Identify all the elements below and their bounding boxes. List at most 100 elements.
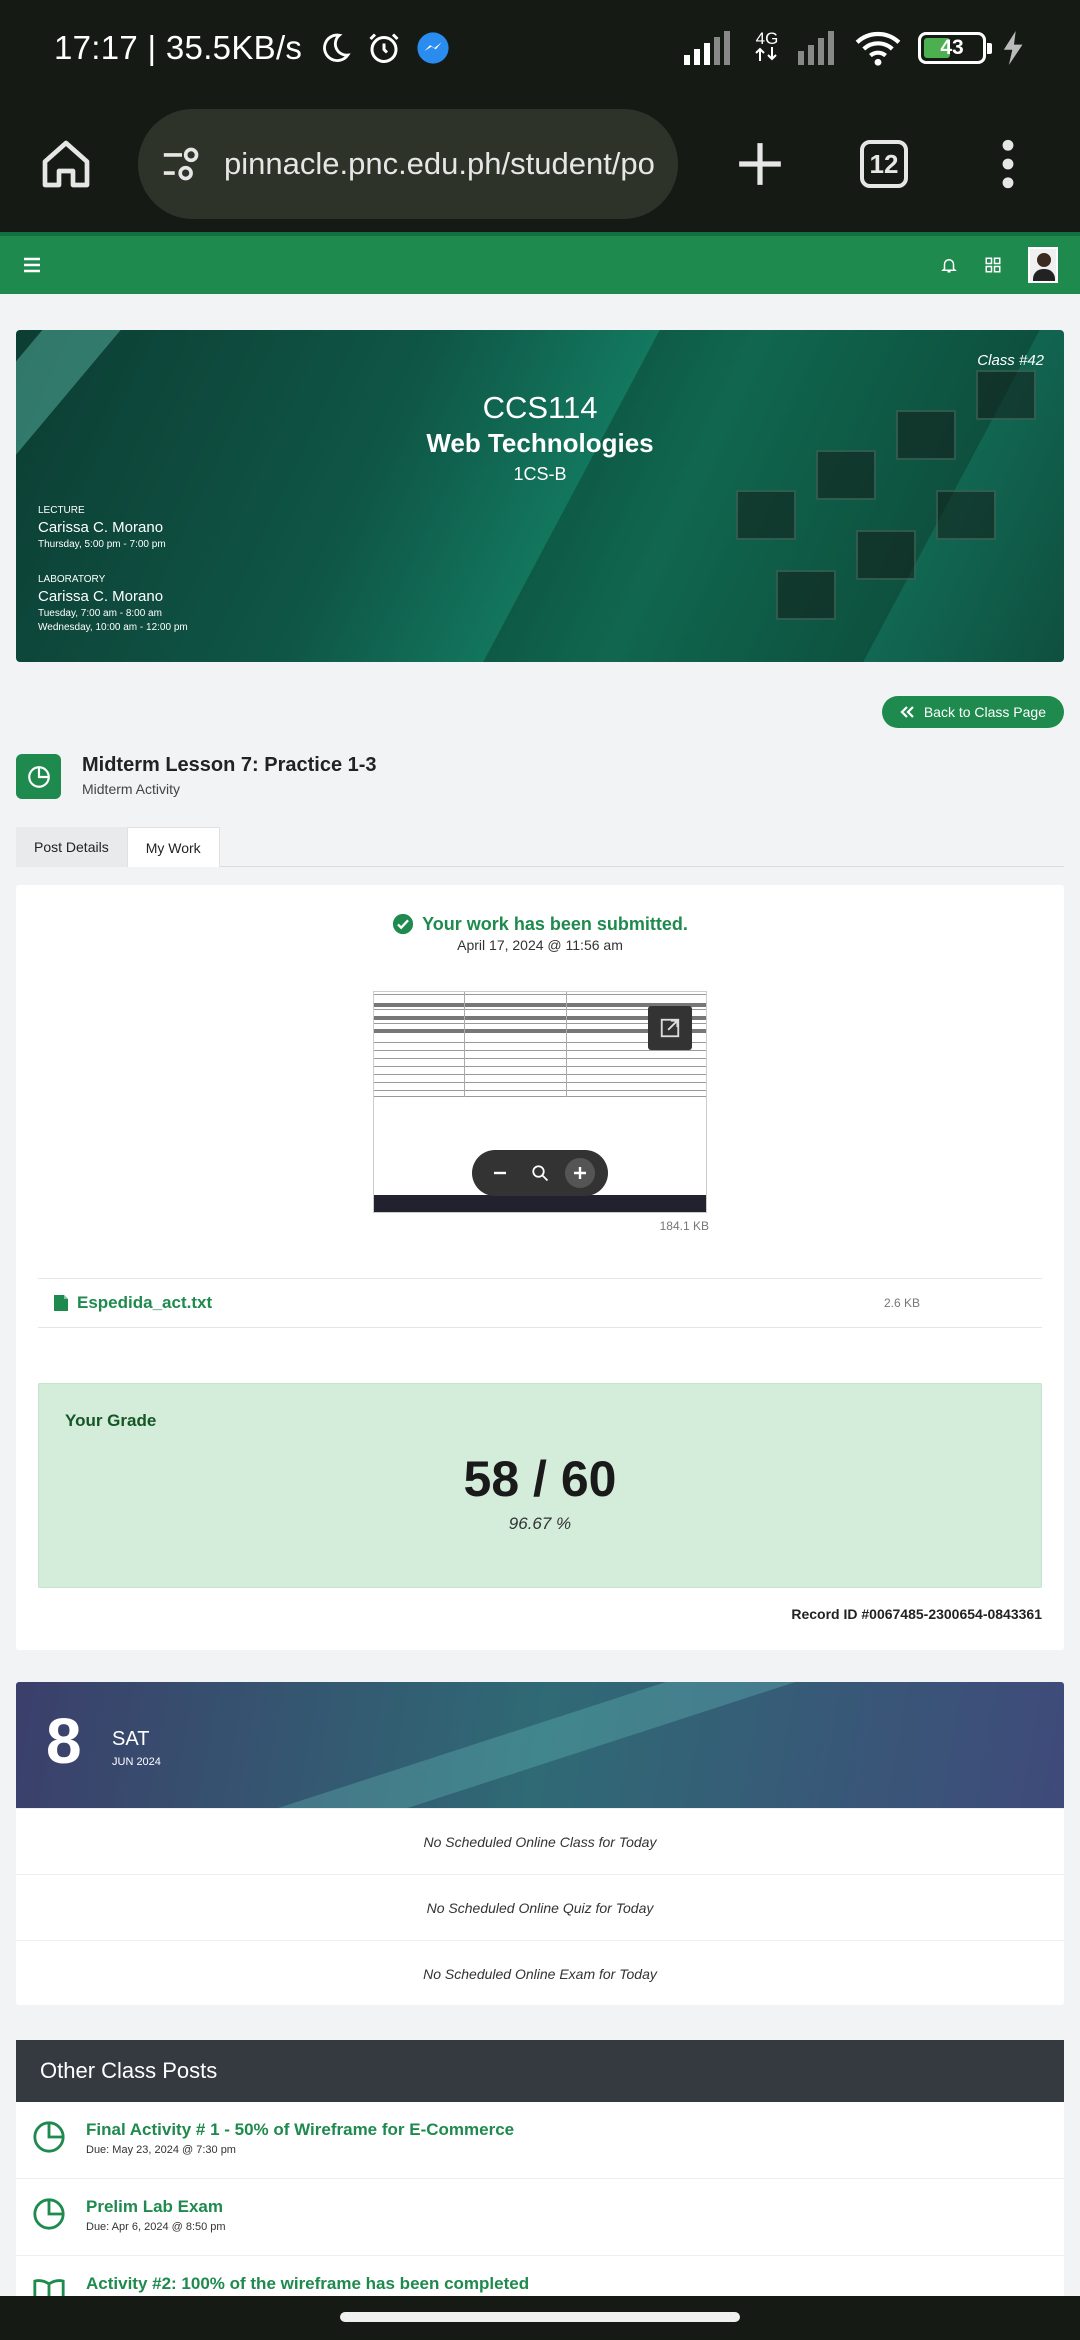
url-text: pinnacle.pnc.edu.ph/student/pos	[224, 146, 654, 181]
post-due: Due: May 23, 2024 @ 7:30 pm	[86, 2144, 236, 2156]
minus-icon	[494, 1171, 506, 1175]
activity-type-badge	[16, 754, 61, 799]
activity-icon	[33, 2198, 65, 2230]
date-day: 8	[46, 1705, 82, 1777]
status-bar: 17:17 | 35.5KB/s 4G 43	[0, 0, 1080, 96]
magnifier-icon	[532, 1165, 549, 1182]
class-number: Class #42	[977, 352, 1044, 369]
grade-score: 58 / 60	[463, 1451, 617, 1507]
today-schedule-card: 8 SAT JUN 2024 No Scheduled Online Class…	[16, 1682, 1064, 2005]
date-weekday: SAT	[112, 1728, 150, 1750]
moon-icon	[323, 33, 351, 62]
attachment-row[interactable]: Espedida_act.txt 2.6 KB	[38, 1278, 1042, 1328]
wifi-icon	[855, 31, 901, 66]
avatar[interactable]	[1028, 247, 1058, 283]
file-icon	[54, 1295, 68, 1311]
home-gesture-handle[interactable]	[340, 2312, 740, 2322]
grade-percent: 96.67 %	[508, 1514, 572, 1533]
class-banner: Class #42 CCS114 Web Technologies 1CS-B …	[16, 330, 1064, 662]
schedule-item-class: No Scheduled Online Class for Today	[16, 1808, 1064, 1874]
address-bar[interactable]: pinnacle.pnc.edu.ph/student/pos	[138, 109, 678, 219]
other-posts-card: Other Class Posts Final Activity # 1 - 5…	[16, 2040, 1064, 2300]
browser-toolbar: pinnacle.pnc.edu.ph/student/pos 12	[0, 96, 1080, 232]
back-to-class-label: Back to Class Page	[923, 704, 1046, 720]
laboratory-schedule: LABORATORY Carissa C. Morano Tuesday, 7:…	[38, 574, 188, 633]
external-link-icon	[660, 1018, 680, 1038]
check-circle-icon	[393, 913, 414, 935]
zoom-reset-button[interactable]	[525, 1158, 555, 1188]
activity-icon	[33, 2121, 65, 2153]
plus-icon	[739, 143, 781, 185]
tab-switcher-button[interactable]: 12	[842, 122, 926, 206]
more-vertical-icon	[1002, 139, 1014, 189]
open-preview-button[interactable]	[648, 1006, 692, 1050]
activity-title: Midterm Lesson 7: Practice 1-3	[82, 754, 377, 776]
gesture-navigation-area	[0, 2296, 1080, 2340]
plus-icon	[574, 1167, 586, 1179]
lecture-schedule: LECTURE Carissa C. Morano Thursday, 5:00…	[38, 505, 166, 550]
submission-date: April 17, 2024 @ 11:56 am	[457, 937, 623, 953]
battery-indicator: 43	[918, 32, 992, 64]
zoom-out-button[interactable]	[485, 1158, 515, 1188]
activity-tabs: Post Details My Work	[16, 827, 1064, 867]
submission-status: Your work has been submitted.	[16, 913, 1064, 935]
activity-subtitle: Midterm Activity	[82, 781, 181, 797]
tab-my-work[interactable]: My Work	[126, 827, 220, 867]
network-type: 4G	[755, 29, 779, 48]
home-icon	[42, 140, 90, 188]
site-settings-icon	[163, 147, 199, 181]
apps-grid-icon[interactable]	[984, 256, 1002, 274]
post-title[interactable]: Final Activity # 1 - 50% of Wireframe fo…	[86, 2120, 514, 2140]
tab-post-details[interactable]: Post Details	[16, 827, 127, 867]
attachment-size: 2.6 KB	[883, 1296, 920, 1310]
zoom-controls	[472, 1150, 608, 1196]
post-title[interactable]: Prelim Lab Exam	[86, 2197, 223, 2217]
pie-chart-icon	[27, 765, 50, 788]
home-button[interactable]	[24, 122, 108, 206]
network-indicator: 4G	[752, 30, 782, 66]
back-to-class-button[interactable]: Back to Class Page	[881, 696, 1064, 728]
signal-icon-2	[798, 31, 834, 65]
preview-file-size: 184.1 KB	[659, 1219, 709, 1233]
course-section: 1CS-B	[513, 464, 567, 484]
browser-menu-button[interactable]	[966, 122, 1050, 206]
schedule-item-quiz: No Scheduled Online Quiz for Today	[16, 1874, 1064, 1940]
other-posts-heading: Other Class Posts	[16, 2040, 1064, 2102]
post-due: Due: Apr 6, 2024 @ 8:50 pm	[86, 2221, 226, 2233]
lecture-instructor: Carissa C. Morano	[38, 519, 164, 536]
laboratory-time-1: Tuesday, 7:00 am - 8:00 am	[38, 608, 162, 619]
data-arrows-icon	[755, 47, 777, 61]
laboratory-label: LABORATORY	[38, 574, 106, 585]
hamburger-menu-icon[interactable]	[22, 255, 42, 275]
post-item[interactable]: Prelim Lab Exam Due: Apr 6, 2024 @ 8:50 …	[16, 2179, 1064, 2256]
attachment-name[interactable]: Espedida_act.txt	[77, 1293, 212, 1313]
grade-panel: Your Grade 58 / 60 96.67 %	[38, 1383, 1042, 1588]
schedule-item-exam: No Scheduled Online Exam for Today	[16, 1940, 1064, 2005]
laboratory-instructor: Carissa C. Morano	[38, 588, 164, 605]
status-time: 17:17 | 35.5KB/s	[54, 29, 303, 66]
post-item[interactable]: Activity #2: 100% of the wireframe has b…	[16, 2256, 1064, 2300]
grade-label: Your Grade	[65, 1411, 157, 1430]
new-tab-button[interactable]	[718, 122, 802, 206]
record-id: Record ID #0067485-2300654-0843361	[791, 1606, 1042, 1622]
lecture-time: Thursday, 5:00 pm - 7:00 pm	[38, 539, 166, 550]
my-work-card: Your work has been submitted. April 17, …	[16, 885, 1064, 1650]
course-code: CCS114	[482, 390, 598, 425]
post-title[interactable]: Activity #2: 100% of the wireframe has b…	[86, 2274, 529, 2294]
bell-icon[interactable]	[940, 256, 958, 274]
battery-level: 43	[940, 36, 964, 59]
submission-status-text: Your work has been submitted.	[422, 913, 688, 934]
course-title: Web Technologies	[426, 428, 654, 458]
tab-count: 12	[860, 140, 908, 188]
messenger-icon	[417, 32, 449, 64]
zoom-in-button[interactable]	[565, 1158, 595, 1188]
file-preview[interactable]	[373, 991, 707, 1213]
signal-icon	[684, 31, 730, 65]
date-header: 8 SAT JUN 2024	[16, 1682, 1064, 1808]
alarm-icon	[369, 33, 399, 63]
site-navbar	[0, 232, 1080, 294]
post-item[interactable]: Final Activity # 1 - 50% of Wireframe fo…	[16, 2102, 1064, 2179]
laboratory-time-2: Wednesday, 10:00 am - 12:00 pm	[38, 622, 188, 633]
double-chevron-left-icon	[900, 706, 914, 718]
date-month-year: JUN 2024	[112, 1756, 161, 1768]
